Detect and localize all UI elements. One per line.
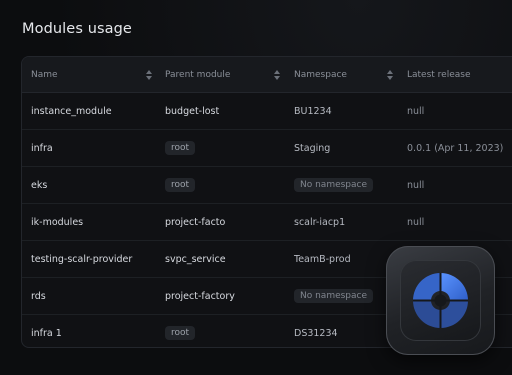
sort-icon[interactable]: [146, 69, 152, 80]
namespace-cell: No namespace: [285, 178, 398, 192]
table-row[interactable]: infra root Staging 0.0.1 (Apr 11, 2023): [22, 130, 512, 167]
parent-module-badge: root: [165, 178, 196, 192]
latest-release-cell: null: [407, 216, 425, 228]
module-name-link[interactable]: ik-modules: [22, 217, 156, 228]
parent-module-cell: budget-lost: [165, 105, 220, 117]
namespace-cell: Staging: [294, 142, 331, 154]
parent-module-cell: svpc_service: [165, 253, 226, 265]
table-row[interactable]: ik-modules project-facto scalr-iacp1 null: [22, 204, 512, 241]
module-name-link[interactable]: testing-scalr-provider: [22, 254, 156, 265]
column-header-parent-module[interactable]: Parent module: [156, 69, 285, 80]
latest-release-cell: 0.0.1 (Apr 11, 2023): [407, 142, 504, 154]
page-title: Modules usage: [22, 21, 132, 37]
scalr-logo-icon: [400, 260, 481, 341]
table-header: Name Parent module Namespace Latest rele…: [22, 57, 512, 93]
parent-module-badge: root: [165, 141, 196, 155]
column-header-latest-release[interactable]: Latest release: [398, 70, 512, 80]
app-launcher-button[interactable]: [386, 246, 495, 355]
column-header-namespace[interactable]: Namespace: [285, 69, 398, 80]
namespace-cell: DS31234: [294, 327, 338, 339]
namespace-badge: No namespace: [294, 289, 374, 303]
parent-module-cell: project-factory: [165, 290, 235, 302]
module-name-link[interactable]: infra: [22, 143, 156, 154]
namespace-cell: scalr-iacp1: [294, 216, 346, 228]
parent-module-cell: project-facto: [165, 216, 226, 228]
column-header-name[interactable]: Name: [22, 69, 156, 80]
namespace-cell: TeamB-prod: [294, 253, 351, 265]
page: Modules usage Name Parent module Namespa…: [0, 0, 512, 375]
module-name-link[interactable]: instance_module: [22, 106, 156, 117]
module-name-link[interactable]: infra 1: [22, 328, 156, 339]
parent-module-badge: root: [165, 326, 196, 340]
parent-module-cell: root: [156, 178, 285, 192]
parent-module-cell: root: [156, 326, 285, 340]
table-row[interactable]: instance_module budget-lost BU1234 null: [22, 93, 512, 130]
namespace-badge: No namespace: [294, 178, 374, 192]
module-name-link[interactable]: eks: [22, 180, 156, 191]
parent-module-cell: root: [156, 141, 285, 155]
namespace-cell: BU1234: [294, 105, 332, 117]
module-name-link[interactable]: rds: [22, 291, 156, 302]
latest-release-cell: null: [407, 179, 425, 191]
namespace-cell: No namespace: [285, 289, 398, 303]
latest-release-cell: null: [407, 105, 425, 117]
sort-icon[interactable]: [387, 69, 393, 80]
sort-icon[interactable]: [274, 69, 280, 80]
table-row[interactable]: eks root No namespace null: [22, 167, 512, 204]
